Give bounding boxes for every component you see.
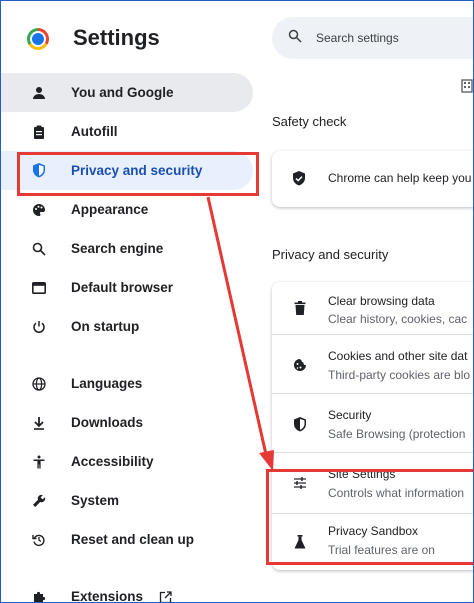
- list-item-security[interactable]: Security Safe Browsing (protection: [272, 393, 473, 452]
- list-item-cookies[interactable]: Cookies and other site dat Third-party c…: [272, 334, 473, 393]
- privacy-highlight-box: [17, 152, 259, 196]
- settings-window: Settings You and Google Autofill Privacy…: [0, 0, 474, 603]
- sidebar-item-on-startup[interactable]: On startup: [1, 307, 253, 346]
- wrench-icon: [31, 493, 47, 509]
- shield-check-icon: [292, 171, 308, 187]
- search-icon: [288, 29, 304, 45]
- sidebar-item-label: Appearance: [71, 202, 149, 217]
- sidebar-item-search-engine[interactable]: Search engine: [1, 229, 253, 268]
- sidebar-item-label: Reset and clean up: [71, 532, 195, 547]
- row-title: Clear browsing data: [328, 294, 435, 308]
- row-title: Security: [328, 408, 372, 422]
- search-settings-field[interactable]: Search settings: [272, 17, 473, 59]
- safety-check-text: Chrome can help keep you: [328, 171, 472, 185]
- download-icon: [31, 415, 47, 431]
- sidebar-item-autofill[interactable]: Autofill: [1, 112, 253, 151]
- search-icon: [31, 241, 47, 257]
- sidebar: Settings You and Google Autofill Privacy…: [1, 1, 257, 603]
- open-external-icon: [159, 591, 172, 602]
- sidebar-item-label: Languages: [71, 376, 143, 391]
- sidebar-item-languages[interactable]: Languages: [1, 364, 253, 403]
- sidebar-item-default-browser[interactable]: Default browser: [1, 268, 253, 307]
- person-icon: [31, 85, 47, 101]
- chrome-logo-icon: [27, 28, 49, 50]
- sidebar-item-label: Default browser: [71, 280, 174, 295]
- sidebar-item-label: You and Google: [71, 85, 174, 100]
- palette-icon: [31, 202, 47, 218]
- list-item-clear-browsing-data[interactable]: Clear browsing data Clear history, cooki…: [272, 282, 473, 334]
- safety-check-row[interactable]: Chrome can help keep you: [272, 151, 473, 207]
- shield-icon: [292, 416, 308, 432]
- row-subtitle: Safe Browsing (protection: [328, 427, 466, 441]
- safety-check-heading: Safety check: [272, 114, 347, 129]
- sidebar-item-label: Downloads: [71, 415, 144, 430]
- accessibility-icon: [31, 454, 47, 470]
- reset-icon: [31, 532, 47, 548]
- sidebar-item-system[interactable]: System: [1, 481, 253, 520]
- sidebar-item-you-and-google[interactable]: You and Google: [1, 73, 253, 112]
- clipboard-icon: [31, 124, 47, 140]
- sidebar-divider: [1, 559, 253, 577]
- globe-icon: [31, 376, 47, 392]
- row-title: Cookies and other site dat: [328, 349, 468, 363]
- sidebar-item-label: Accessibility: [71, 454, 154, 469]
- browser-window-icon: [31, 280, 47, 296]
- puzzle-icon: [31, 589, 47, 602]
- cookie-icon: [292, 357, 308, 373]
- sidebar-item-reset-and-clean-up[interactable]: Reset and clean up: [1, 520, 253, 559]
- sidebar-item-accessibility[interactable]: Accessibility: [1, 442, 253, 481]
- page-title: Settings: [73, 25, 160, 50]
- sidebar-item-extensions[interactable]: Extensions: [1, 577, 253, 603]
- site-settings-highlight-box: [266, 469, 473, 565]
- sidebar-item-label: System: [71, 493, 120, 508]
- power-icon: [31, 319, 47, 335]
- privacy-heading: Privacy and security: [272, 247, 389, 262]
- sidebar-item-label: On startup: [71, 319, 140, 334]
- row-subtitle: Clear history, cookies, cac: [328, 312, 468, 326]
- safety-check-card: Chrome can help keep you: [272, 151, 473, 207]
- sidebar-item-label: Search engine: [71, 241, 164, 256]
- row-subtitle: Third-party cookies are blo: [328, 368, 471, 382]
- building-icon: [461, 79, 473, 96]
- search-input: Search settings: [316, 31, 399, 45]
- sidebar-item-label: Autofill: [71, 124, 118, 139]
- sidebar-item-label: Extensions: [71, 589, 144, 603]
- sidebar-item-downloads[interactable]: Downloads: [1, 403, 253, 442]
- sidebar-divider: [1, 346, 253, 364]
- trash-icon: [292, 300, 308, 316]
